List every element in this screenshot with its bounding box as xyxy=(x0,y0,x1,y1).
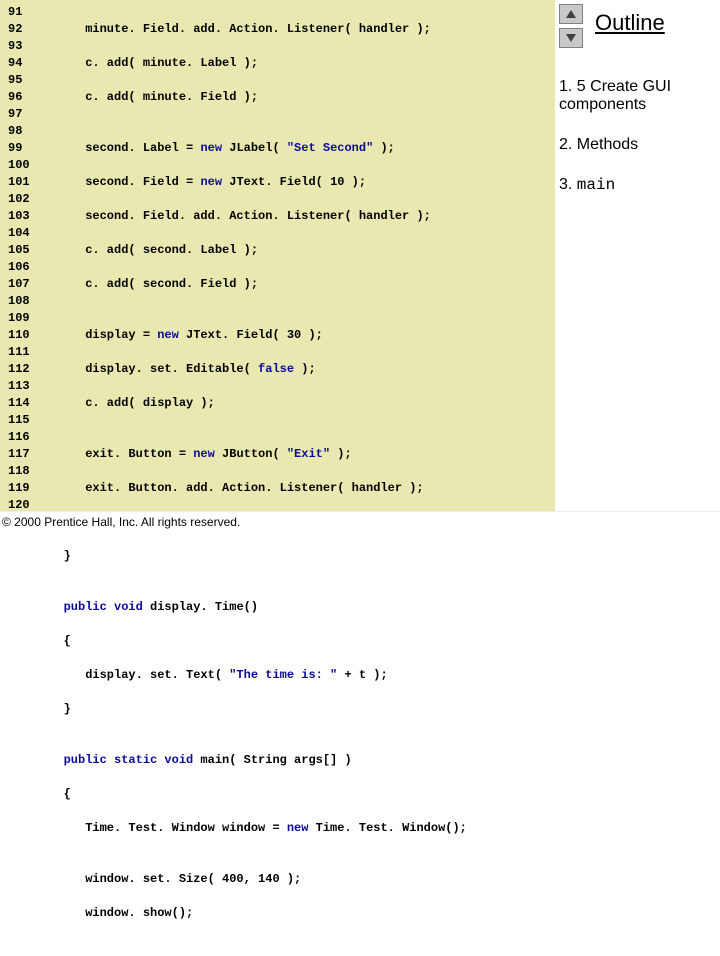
line-gutter: 91 92 93 94 95 96 97 98 99 100 101 102 1… xyxy=(0,4,42,518)
lineno: 112 xyxy=(8,361,42,378)
lineno: 115 xyxy=(8,412,42,429)
lineno: 102 xyxy=(8,191,42,208)
outline-item-3: 3. main xyxy=(559,176,615,194)
lineno: 103 xyxy=(8,208,42,225)
lineno: 113 xyxy=(8,378,42,395)
code-line: public static void main( String args[] ) xyxy=(42,752,467,769)
lineno: 97 xyxy=(8,106,42,123)
code-block: minute. Field. add. Action. Listener( ha… xyxy=(42,4,467,518)
outline-sidebar: Outline 1. 5 Create GUIcomponents 2. Met… xyxy=(555,0,720,518)
lineno: 110 xyxy=(8,327,42,344)
lineno: 95 xyxy=(8,72,42,89)
footer-copyright: © 2000 Prentice Hall, Inc. All rights re… xyxy=(0,511,720,540)
code-line: c. add( minute. Field ); xyxy=(42,89,467,106)
code-line: c. add( second. Field ); xyxy=(42,276,467,293)
lineno: 98 xyxy=(8,123,42,140)
lineno: 99 xyxy=(8,140,42,157)
outline-item-2: 2. Methods xyxy=(559,136,638,154)
code-line: exit. Button. add. Action. Listener( han… xyxy=(42,480,467,497)
code-line: } xyxy=(42,701,467,718)
code-line: display. set. Text( "The time is: " + t … xyxy=(42,667,467,684)
lineno: 91 xyxy=(8,4,42,21)
lineno: 119 xyxy=(8,480,42,497)
arrow-up-icon xyxy=(566,10,576,18)
code-line: c. add( second. Label ); xyxy=(42,242,467,259)
lineno: 106 xyxy=(8,259,42,276)
code-line: minute. Field. add. Action. Listener( ha… xyxy=(42,21,467,38)
lineno: 117 xyxy=(8,446,42,463)
scroll-down-button[interactable] xyxy=(559,28,583,48)
lineno: 116 xyxy=(8,429,42,446)
code-area: 91 92 93 94 95 96 97 98 99 100 101 102 1… xyxy=(0,0,555,518)
lineno: 108 xyxy=(8,293,42,310)
code-line: window. set. Size( 400, 140 ); xyxy=(42,871,467,888)
outline-title: Outline xyxy=(595,10,665,36)
arrow-down-icon xyxy=(566,34,576,42)
scroll-up-button[interactable] xyxy=(559,4,583,24)
lineno: 92 xyxy=(8,21,42,38)
main-area: 91 92 93 94 95 96 97 98 99 100 101 102 1… xyxy=(0,0,720,518)
code-line: second. Label = new JLabel( "Set Second"… xyxy=(42,140,467,157)
lineno: 93 xyxy=(8,38,42,55)
lineno: 105 xyxy=(8,242,42,259)
code-line: window. show(); xyxy=(42,905,467,922)
lineno: 114 xyxy=(8,395,42,412)
lineno: 94 xyxy=(8,55,42,72)
code-line: display = new JText. Field( 30 ); xyxy=(42,327,467,344)
lineno: 111 xyxy=(8,344,42,361)
code-line: c. add( display ); xyxy=(42,395,467,412)
code-line: Time. Test. Window window = new Time. Te… xyxy=(42,820,467,837)
lineno: 104 xyxy=(8,225,42,242)
outline-item-1: 1. 5 Create GUIcomponents xyxy=(559,78,671,115)
code-line: exit. Button = new JButton( "Exit" ); xyxy=(42,446,467,463)
lineno: 96 xyxy=(8,89,42,106)
code-line: } xyxy=(42,548,467,565)
lineno: 118 xyxy=(8,463,42,480)
lineno: 101 xyxy=(8,174,42,191)
code-line: public void display. Time() xyxy=(42,599,467,616)
code-line: second. Field = new JText. Field( 10 ); xyxy=(42,174,467,191)
code-line: { xyxy=(42,786,467,803)
code-line: c. add( minute. Label ); xyxy=(42,55,467,72)
lineno: 107 xyxy=(8,276,42,293)
lineno: 109 xyxy=(8,310,42,327)
code-line: { xyxy=(42,633,467,650)
code-line: second. Field. add. Action. Listener( ha… xyxy=(42,208,467,225)
lineno: 100 xyxy=(8,157,42,174)
code-line: display. set. Editable( false ); xyxy=(42,361,467,378)
